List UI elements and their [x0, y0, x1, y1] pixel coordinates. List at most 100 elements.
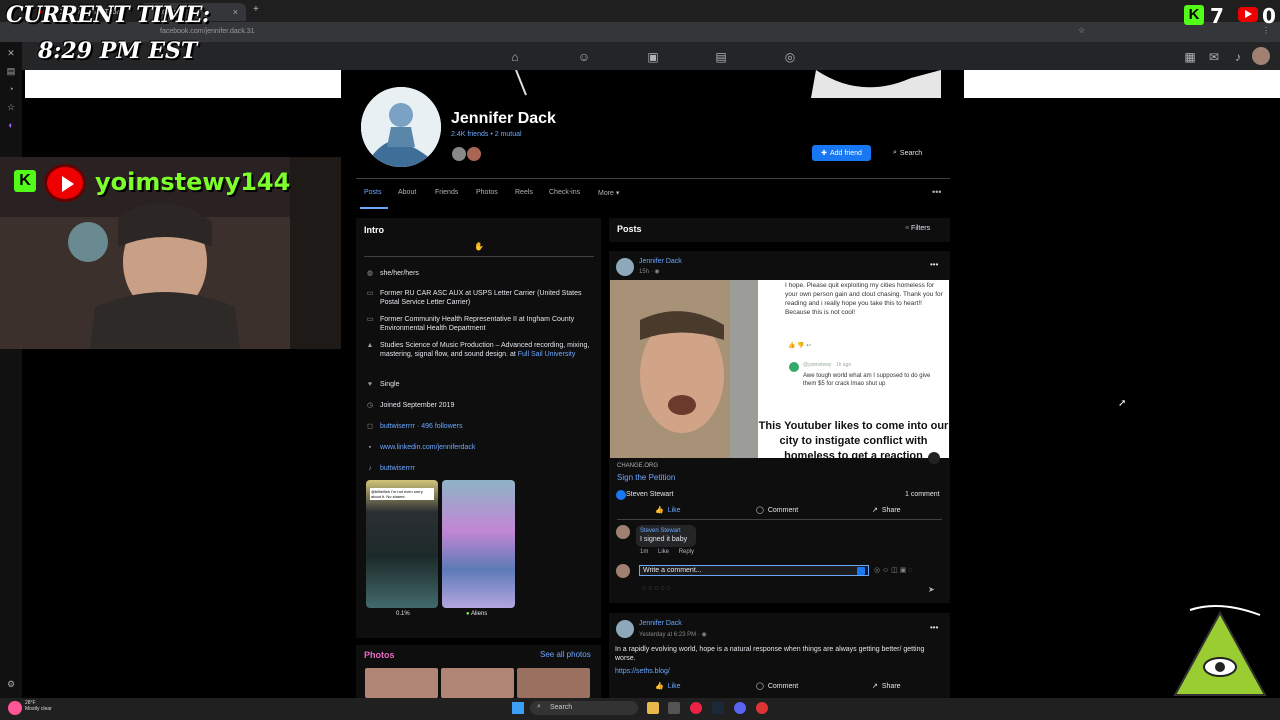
bookmark-star-icon[interactable]: ☆ — [1078, 26, 1085, 35]
comment-tools-icon[interactable]: ◌ ◌ ◌ ◌ ◌ — [642, 585, 671, 592]
intro-title: Intro — [364, 225, 384, 235]
image-indicator-icon — [928, 452, 940, 464]
link-source: CHANGE.ORG — [617, 463, 659, 469]
comment-reply-link[interactable]: Reply — [679, 549, 694, 555]
post-image-video[interactable] — [610, 280, 758, 458]
author-avatar[interactable] — [616, 258, 634, 276]
share-button[interactable]: ↗ Share — [872, 682, 901, 691]
reply-text: Awe tough world what am I supposed to do… — [803, 373, 931, 387]
settings-gear-icon[interactable]: ⚙ — [5, 679, 17, 691]
link-title[interactable]: Sign the Petition — [617, 473, 675, 482]
instagram-icon: ◻ — [367, 423, 373, 430]
write-comment-input[interactable]: Write a comment... — [639, 565, 869, 576]
tab-checkins[interactable]: Check-ins — [549, 189, 580, 196]
tab-reels[interactable]: Reels — [515, 189, 533, 196]
tab-about[interactable]: About — [398, 189, 416, 196]
kick-viewer-count: 7 — [1210, 4, 1224, 28]
add-friend-button[interactable]: ✚ Add friend — [812, 145, 871, 161]
watch-icon[interactable]: ▣ — [646, 50, 660, 64]
comment-button[interactable]: ◯ Comment — [756, 506, 798, 515]
new-tab-icon[interactable]: + — [253, 4, 259, 15]
app-icon[interactable] — [756, 702, 768, 714]
briefcase-icon: ▭ — [366, 316, 374, 323]
taskbar-search-label: Search — [550, 704, 573, 711]
bookmarks-icon[interactable]: ☆ — [5, 102, 17, 114]
intro-row-joined: ◷ Joined September 2019 — [366, 401, 596, 410]
browser-icon[interactable] — [690, 702, 702, 714]
post-author[interactable]: Jennifer Dack — [639, 620, 682, 627]
featured-item[interactable] — [442, 480, 515, 608]
posts-title: Posts — [617, 224, 642, 234]
taskbar-search[interactable]: ⌕ Search — [530, 701, 638, 715]
featured-item[interactable]: @billieilish I'm not even sorry about it… — [366, 480, 438, 608]
like-button[interactable]: 👍 Like — [655, 506, 681, 515]
send-icon[interactable]: ➤ — [928, 585, 935, 594]
reading-list-icon[interactable]: ▤ — [5, 66, 17, 78]
profile-avatar[interactable] — [358, 84, 444, 170]
instagram-link[interactable]: buttwiserrrr · 496 followers — [380, 422, 462, 431]
filters-button[interactable]: ≡ Filters — [905, 225, 930, 232]
messenger-icon[interactable]: ✉ — [1207, 50, 1221, 64]
photo-thumbnail[interactable] — [517, 668, 590, 698]
tab-friends[interactable]: Friends — [435, 189, 458, 196]
tab-photos[interactable]: Photos — [476, 189, 498, 196]
tiktok-link[interactable]: buttwiserrrr — [380, 464, 415, 473]
history-icon[interactable]: ◔ — [5, 84, 17, 96]
waving-hand-icon: ✋ — [474, 242, 484, 251]
comment-count[interactable]: 1 comment — [905, 491, 940, 498]
windows-start-icon[interactable] — [512, 702, 524, 714]
kick-logo-icon: K — [14, 170, 36, 192]
apps-grid-icon[interactable]: ▦ — [1183, 50, 1197, 64]
post-options-icon[interactable]: ••• — [930, 623, 938, 632]
author-avatar[interactable] — [616, 620, 634, 638]
marketplace-icon[interactable]: ▤ — [714, 50, 728, 64]
reply-user: @yoimstewy · 1h ago — [803, 362, 852, 368]
tab-more[interactable]: More ▾ — [598, 189, 619, 197]
comment-button[interactable]: ◯ Comment — [756, 682, 798, 691]
sticker-icon[interactable]: ◎ ☺ ◫ ▣ ◌ — [874, 566, 912, 574]
school-link[interactable]: Full Sail University — [518, 351, 576, 358]
task-view-icon[interactable] — [668, 702, 680, 714]
share-label: Share — [881, 506, 901, 514]
notifications-bell-icon[interactable]: ♪ — [1231, 50, 1245, 64]
url-field[interactable]: facebook.com/jennifer.dack.31 — [150, 25, 1050, 39]
see-all-photos-link[interactable]: See all photos — [540, 650, 591, 659]
discord-icon[interactable] — [734, 702, 746, 714]
photo-thumbnail[interactable] — [441, 668, 514, 698]
close-tab-icon[interactable]: × — [233, 7, 238, 17]
comment-meta: 1m Like Reply — [640, 549, 694, 555]
post-link[interactable]: https://seths.blog/ — [615, 668, 670, 675]
like-button[interactable]: 👍 Like — [655, 682, 681, 691]
profile-name: Jennifer Dack — [451, 110, 556, 127]
post-options-icon[interactable]: ••• — [930, 260, 938, 269]
commenter-name[interactable]: Steven Stewart — [640, 528, 681, 534]
weather-widget[interactable]: 28°F Mostly clear — [25, 700, 52, 712]
profile-search-button[interactable]: ⌕ Search — [893, 145, 922, 161]
steam-icon[interactable] — [712, 702, 724, 714]
file-explorer-icon[interactable] — [647, 702, 659, 714]
like-label: Like — [667, 682, 681, 690]
post-author[interactable]: Jennifer Dack — [639, 258, 682, 265]
tab-posts[interactable]: Posts — [364, 189, 382, 196]
cover-photo[interactable] — [341, 70, 964, 98]
linkedin-link[interactable]: www.linkedin.com/jenniferdack — [380, 443, 475, 452]
post-time: 15h · ◉ — [639, 268, 660, 275]
reply-avatar — [789, 362, 799, 372]
more-options-icon[interactable]: ••• — [932, 187, 941, 197]
home-icon[interactable]: ⌂ — [508, 50, 522, 64]
mutual-friends-link[interactable]: 2 mutual — [495, 131, 522, 138]
comment-like-link[interactable]: Like — [658, 549, 669, 555]
featured-label-text: Aliens — [470, 611, 488, 617]
extension-icon[interactable]: ◐ — [5, 120, 17, 132]
account-avatar[interactable] — [1252, 47, 1270, 65]
share-button[interactable]: ↗ Share — [872, 506, 901, 515]
friends-icon[interactable]: ☺ — [577, 50, 591, 64]
groups-icon[interactable]: ◎ — [783, 50, 797, 64]
mutual-friend-avatar[interactable] — [452, 147, 466, 161]
mutual-friend-avatar[interactable] — [467, 147, 481, 161]
commenter-avatar[interactable] — [616, 525, 630, 539]
reactor-name[interactable]: Steven Stewart — [626, 491, 673, 498]
photo-thumbnail[interactable] — [365, 668, 438, 698]
friends-count-link[interactable]: 2.4K friends — [451, 131, 488, 138]
close-icon[interactable]: ✕ — [5, 48, 17, 60]
